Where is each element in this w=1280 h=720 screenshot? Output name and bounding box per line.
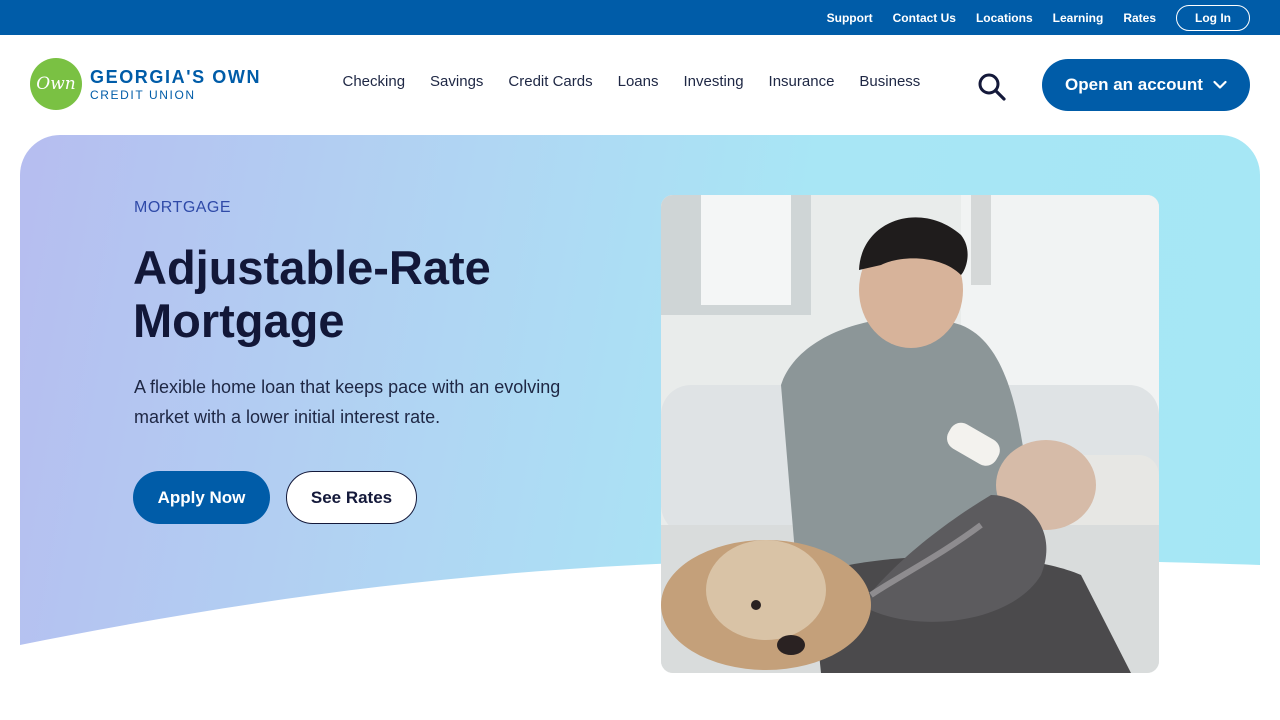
utility-bar: Support Contact Us Locations Learning Ra… bbox=[0, 0, 1280, 35]
utility-link-contact-us[interactable]: Contact Us bbox=[893, 11, 956, 25]
search-button[interactable] bbox=[976, 71, 1008, 103]
logo-subtitle: CREDIT UNION bbox=[90, 87, 196, 102]
utility-link-rates[interactable]: Rates bbox=[1123, 11, 1156, 25]
hero-photo-illustration bbox=[661, 195, 1159, 673]
nav-item-insurance[interactable]: Insurance bbox=[769, 73, 835, 90]
nav-item-investing[interactable]: Investing bbox=[684, 73, 744, 90]
logo-name: GEORGIA'S OWN bbox=[90, 66, 262, 87]
open-account-button[interactable]: Open an account bbox=[1042, 59, 1250, 111]
logo-text: GEORGIA'S OWN CREDIT UNION bbox=[90, 68, 261, 101]
nav-item-loans[interactable]: Loans bbox=[618, 73, 659, 90]
login-button[interactable]: Log In bbox=[1176, 4, 1250, 31]
nav-item-credit-cards[interactable]: Credit Cards bbox=[508, 73, 592, 90]
utility-link-support[interactable]: Support bbox=[827, 11, 873, 25]
apply-now-button[interactable]: Apply Now bbox=[133, 471, 270, 524]
logo[interactable]: Own GEORGIA'S OWN CREDIT UNION bbox=[30, 58, 261, 110]
open-account-label: Open an account bbox=[1065, 75, 1203, 94]
utility-link-locations[interactable]: Locations bbox=[976, 11, 1033, 25]
page-title: Adjustable-Rate Mortgage bbox=[133, 241, 491, 347]
hero-eyebrow: MORTGAGE bbox=[134, 199, 232, 216]
hero-photo bbox=[661, 195, 1159, 673]
primary-nav-links: Checking Savings Credit Cards Loans Inve… bbox=[330, 73, 933, 90]
chevron-down-icon bbox=[1213, 80, 1227, 89]
hero-description: A flexible home loan that keeps pace wit… bbox=[134, 377, 561, 427]
nav-item-savings[interactable]: Savings bbox=[430, 73, 483, 90]
nav-item-business[interactable]: Business bbox=[859, 73, 920, 90]
search-icon bbox=[978, 73, 1006, 101]
main-nav: Own GEORGIA'S OWN CREDIT UNION Checking … bbox=[0, 35, 1280, 135]
see-rates-button[interactable]: See Rates bbox=[286, 471, 417, 524]
logo-badge: Own bbox=[30, 58, 82, 110]
utility-link-learning[interactable]: Learning bbox=[1053, 11, 1104, 25]
nav-item-checking[interactable]: Checking bbox=[343, 73, 406, 90]
